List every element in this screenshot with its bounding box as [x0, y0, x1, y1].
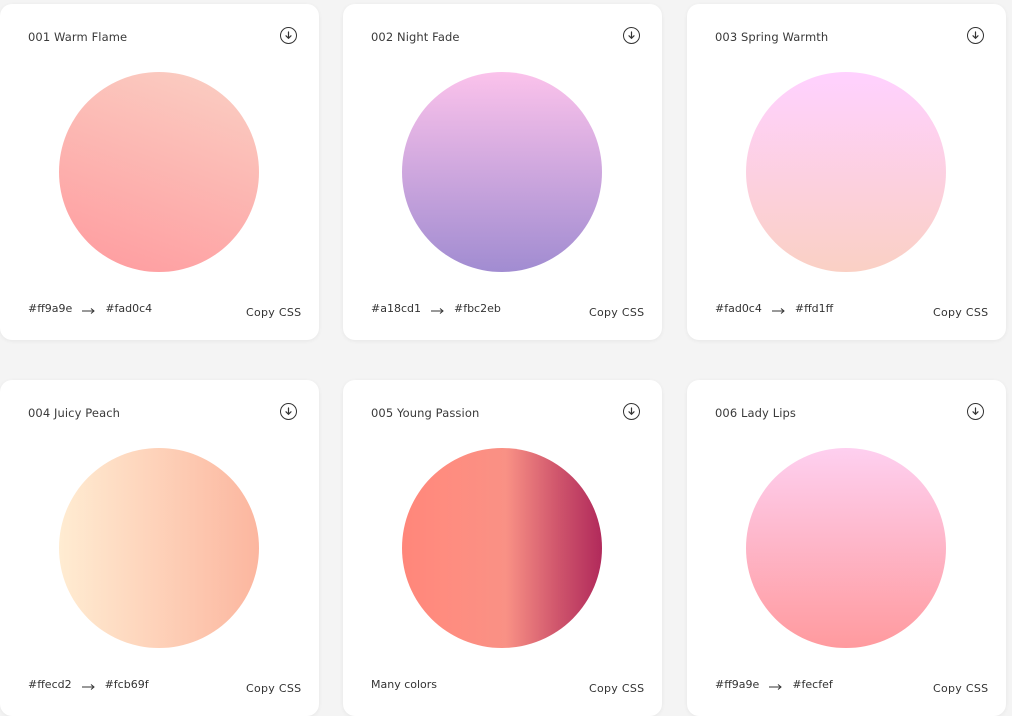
- many-colors-label: Many colors: [371, 678, 438, 691]
- copy-css-button[interactable]: Copy CSS: [933, 306, 988, 319]
- card-title: 001 Warm Flame: [28, 30, 128, 44]
- color-from: #a18cd1: [371, 302, 421, 315]
- color-from: #ffecd2: [28, 678, 72, 691]
- card-title: 006 Lady Lips: [715, 406, 797, 420]
- gradient-card: 001 Warm Flame #ff9a9e #fad0c4 Copy CSS: [0, 4, 319, 340]
- card-title: 003 Spring Warmth: [715, 30, 829, 44]
- gradient-circle: [59, 448, 259, 648]
- color-from: #fad0c4: [715, 302, 762, 315]
- copy-css-button[interactable]: Copy CSS: [933, 682, 988, 695]
- color-stops: #ff9a9e #fad0c4: [28, 302, 152, 315]
- copy-css-button[interactable]: Copy CSS: [589, 682, 644, 695]
- gradient-card: 002 Night Fade #a18cd1 #fbc2eb Copy CSS: [343, 4, 662, 340]
- arrow-right-icon: [771, 305, 786, 314]
- copy-css-button[interactable]: Copy CSS: [246, 306, 301, 319]
- arrow-right-icon: [81, 681, 96, 690]
- card-title: 005 Young Passion: [371, 406, 480, 420]
- download-icon[interactable]: [967, 27, 984, 44]
- color-to: #ffd1ff: [794, 302, 834, 315]
- gradient-circle: [402, 72, 602, 272]
- color-stops: #a18cd1 #fbc2eb: [371, 302, 501, 315]
- color-stops: #ffecd2 #fcb69f: [28, 678, 149, 691]
- arrow-right-icon: [768, 681, 783, 690]
- color-stops: #ff9a9e #fecfef: [715, 678, 833, 691]
- gradient-circle: [746, 72, 946, 272]
- color-to: #fecfef: [792, 678, 833, 691]
- download-icon[interactable]: [280, 403, 297, 420]
- copy-css-button[interactable]: Copy CSS: [246, 682, 301, 695]
- gradient-card: 005 Young Passion Many colors Copy CSS: [343, 380, 662, 716]
- color-to: #fcb69f: [104, 678, 149, 691]
- gradient-card: 003 Spring Warmth #fad0c4 #ffd1ff Copy C…: [687, 4, 1006, 340]
- arrow-right-icon: [430, 305, 445, 314]
- gradient-card: 004 Juicy Peach #ffecd2 #fcb69f Copy CSS: [0, 380, 319, 716]
- copy-css-button[interactable]: Copy CSS: [589, 306, 644, 319]
- download-icon[interactable]: [280, 27, 297, 44]
- color-stops: Many colors: [371, 678, 437, 691]
- gradient-circle: [746, 448, 946, 648]
- color-from: #ff9a9e: [715, 678, 760, 691]
- download-icon[interactable]: [623, 403, 640, 420]
- color-from: #ff9a9e: [28, 302, 73, 315]
- gradient-circle: [402, 448, 602, 648]
- color-to: #fbc2eb: [453, 302, 501, 315]
- color-stops: #fad0c4 #ffd1ff: [715, 302, 833, 315]
- download-icon[interactable]: [623, 27, 640, 44]
- color-to: #fad0c4: [105, 302, 153, 315]
- arrow-right-icon: [81, 305, 96, 314]
- gradient-card: 006 Lady Lips #ff9a9e #fecfef Copy CSS: [687, 380, 1006, 716]
- card-title: 004 Juicy Peach: [28, 406, 121, 420]
- download-icon[interactable]: [967, 403, 984, 420]
- gradient-circle: [59, 72, 259, 272]
- card-title: 002 Night Fade: [371, 30, 460, 44]
